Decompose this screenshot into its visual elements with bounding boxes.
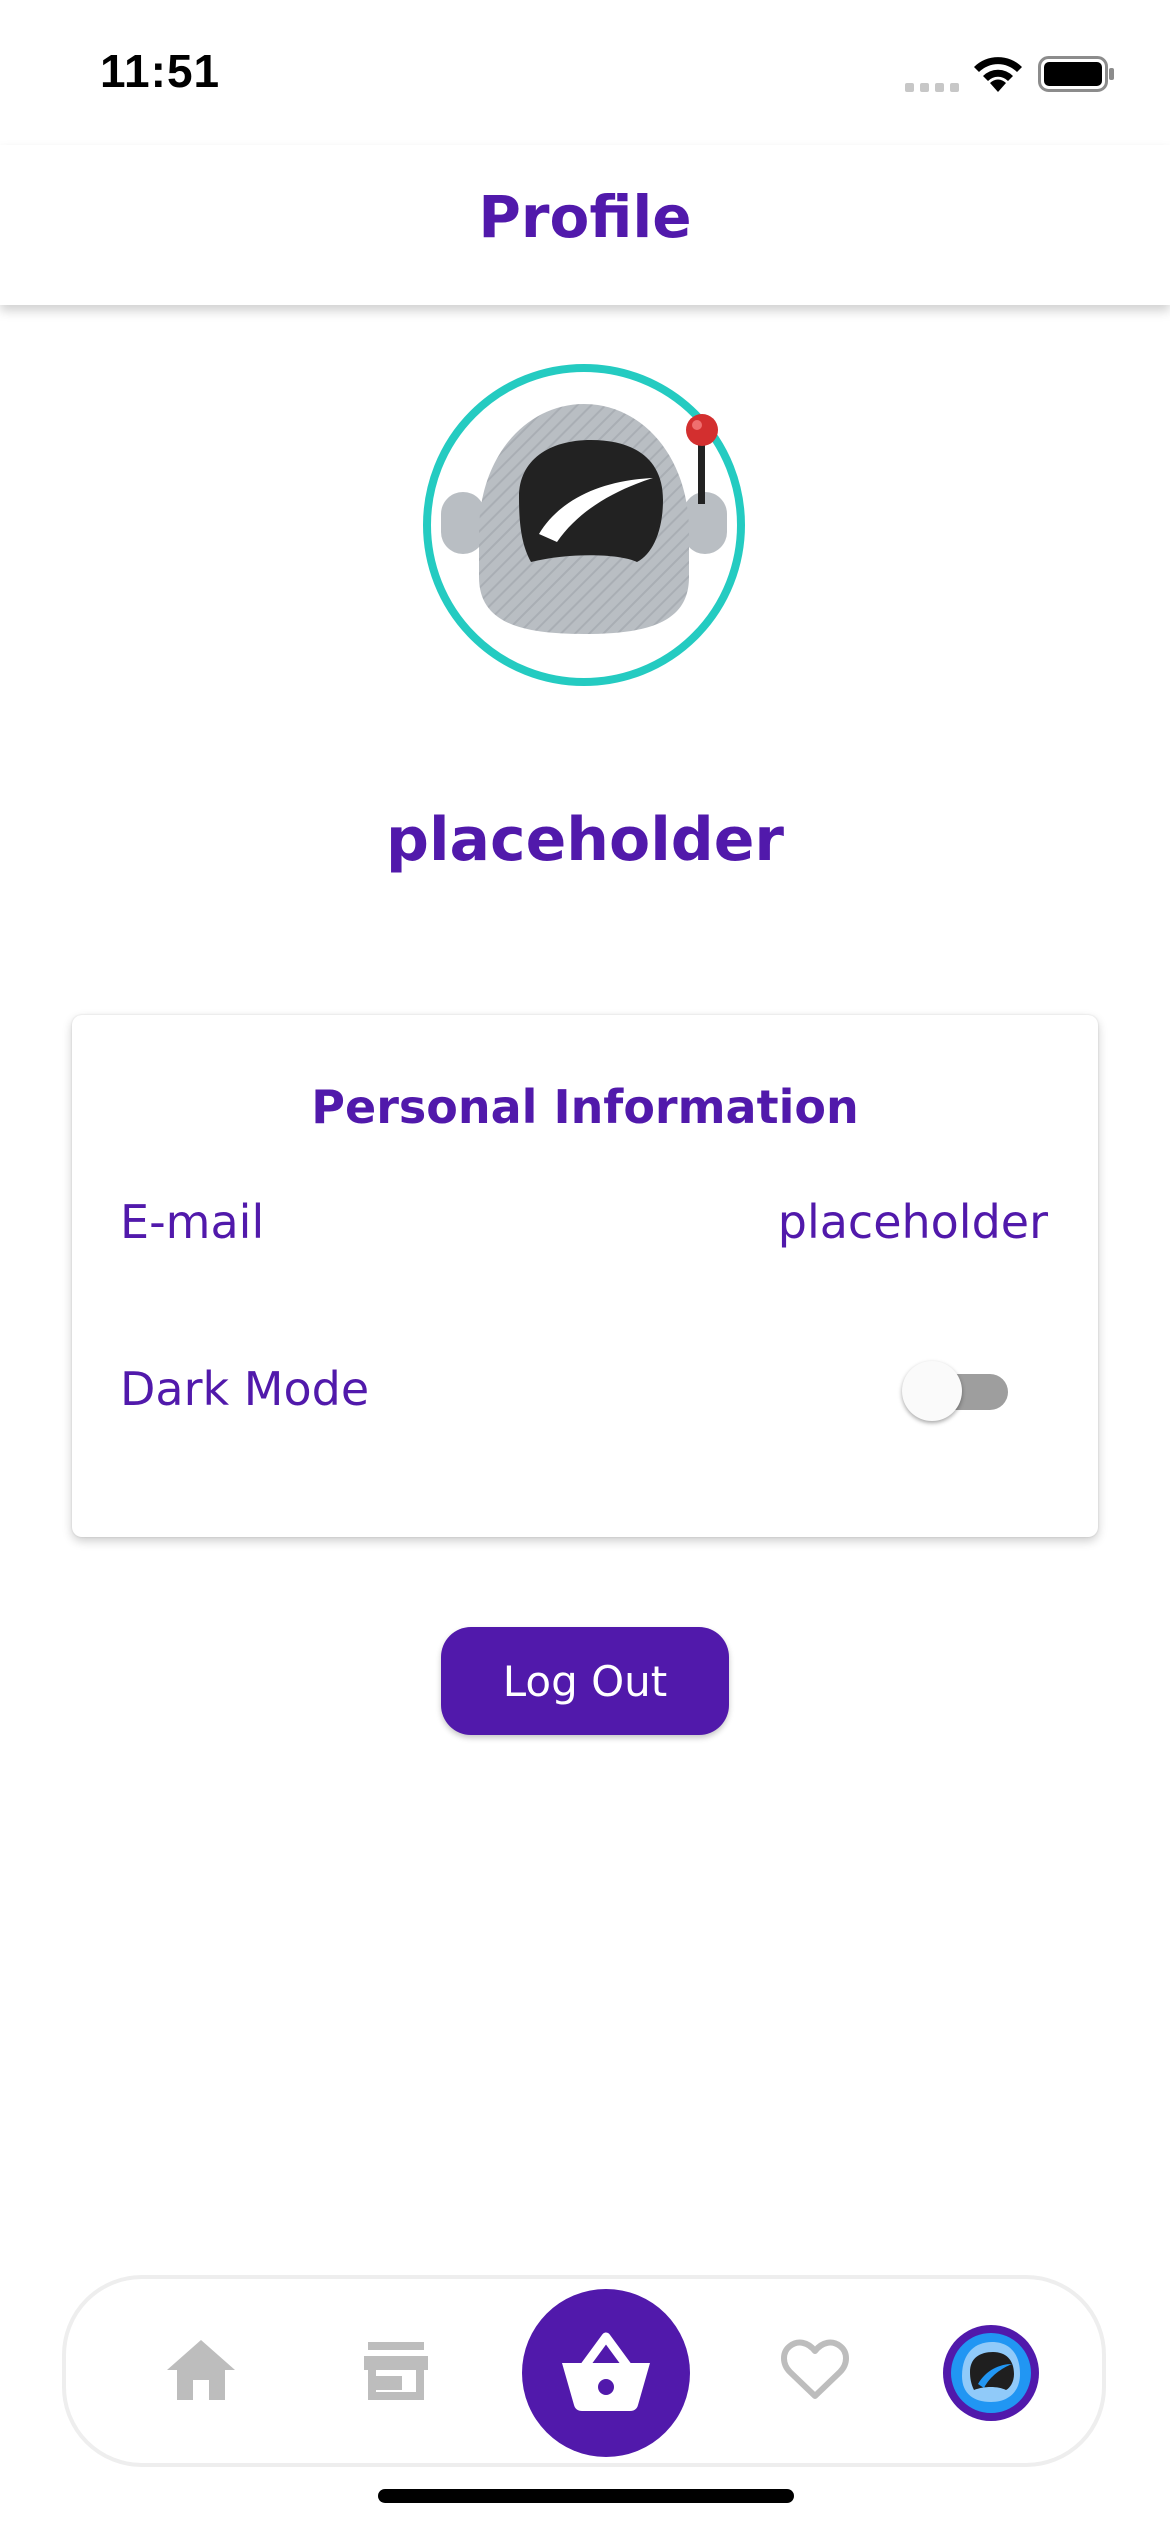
home-indicator (378, 2489, 794, 2503)
nav-store[interactable] (362, 2340, 430, 2402)
status-time: 11:51 (100, 45, 221, 97)
nav-basket[interactable] (522, 2289, 690, 2457)
toggle-thumb (902, 1361, 962, 1421)
profile-avatar-icon (943, 2325, 1039, 2421)
username: placeholder (386, 805, 784, 875)
battery-icon (1038, 56, 1114, 92)
dark-mode-toggle[interactable] (902, 1358, 1022, 1422)
astronaut-helmet-icon (423, 364, 745, 686)
wifi-icon (974, 57, 1022, 92)
cellular-signal-icon (905, 83, 959, 92)
personal-info-card: Personal Information E-mail placeholder … (72, 1015, 1098, 1537)
nav-home[interactable] (165, 2338, 237, 2404)
dark-mode-label: Dark Mode (120, 1362, 370, 1416)
page-title: Profile (478, 183, 692, 251)
store-icon (364, 2342, 428, 2400)
nav-profile[interactable] (940, 2322, 1042, 2424)
status-bar: 11:51 (0, 0, 1170, 145)
email-label: E-mail (120, 1195, 265, 1249)
app-header: Profile (0, 145, 1170, 305)
home-icon (167, 2340, 235, 2400)
basket-icon (562, 2332, 650, 2411)
logout-button[interactable]: Log Out (441, 1627, 729, 1735)
profile-avatar[interactable] (421, 362, 747, 688)
email-value: placeholder (777, 1195, 1048, 1249)
card-title: Personal Information (311, 1080, 859, 1134)
nav-favorites[interactable] (780, 2338, 850, 2402)
heart-icon (781, 2339, 849, 2399)
